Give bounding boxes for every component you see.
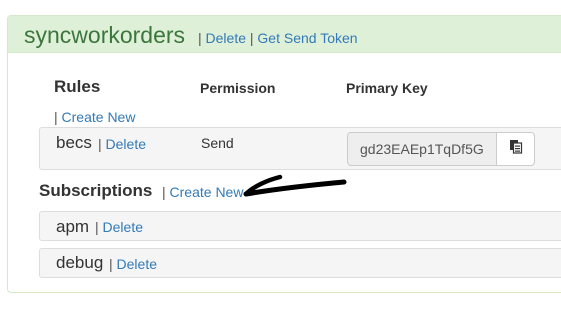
rule-row: becs | Delete Send xyxy=(39,127,561,170)
separator: | xyxy=(95,219,99,235)
hand-drawn-arrow-annotation xyxy=(243,174,347,197)
subscription-row: debug | Delete xyxy=(39,248,561,278)
delete-subscription-link[interactable]: Delete xyxy=(103,219,143,235)
subscription-row: apm | Delete xyxy=(39,211,561,241)
primary-key-column-header: Primary Key xyxy=(346,80,428,96)
rules-title: Rules xyxy=(54,77,101,96)
subscription-actions: | Delete xyxy=(95,219,143,235)
delete-rule-link[interactable]: Delete xyxy=(106,136,146,152)
subscriptions-create-new: | Create New xyxy=(162,184,243,200)
get-send-token-link[interactable]: Get Send Token xyxy=(257,30,357,46)
topic-title: syncworkorders xyxy=(24,22,186,48)
subscriptions-title: Subscriptions xyxy=(39,181,153,200)
subscription-actions: | Delete xyxy=(109,256,157,272)
separator: | xyxy=(162,184,166,200)
copy-icon xyxy=(509,139,523,159)
separator: | xyxy=(198,30,202,46)
separator: | xyxy=(54,109,58,125)
create-rule-link[interactable]: Create New xyxy=(62,109,136,125)
separator: | xyxy=(98,136,102,152)
subscription-name: apm xyxy=(56,217,90,236)
rule-permission: Send xyxy=(201,135,234,151)
delete-subscription-link[interactable]: Delete xyxy=(117,256,157,272)
subscription-name: debug xyxy=(56,253,104,272)
primary-key-field[interactable] xyxy=(347,132,497,166)
topic-panel-heading: syncworkorders | Delete | Get Send Token xyxy=(8,16,561,53)
rule-name: becs xyxy=(56,133,92,152)
separator: | xyxy=(249,30,254,46)
separator: | xyxy=(109,256,113,272)
topic-actions: | Delete | Get Send Token xyxy=(198,29,358,47)
create-subscription-link[interactable]: Create New xyxy=(170,184,244,200)
permission-column-header: Permission xyxy=(200,80,276,96)
rules-create-new: | Create New xyxy=(54,109,135,125)
delete-topic-link[interactable]: Delete xyxy=(206,30,246,46)
rule-actions: | Delete xyxy=(98,136,146,152)
copy-key-button[interactable] xyxy=(496,132,535,166)
